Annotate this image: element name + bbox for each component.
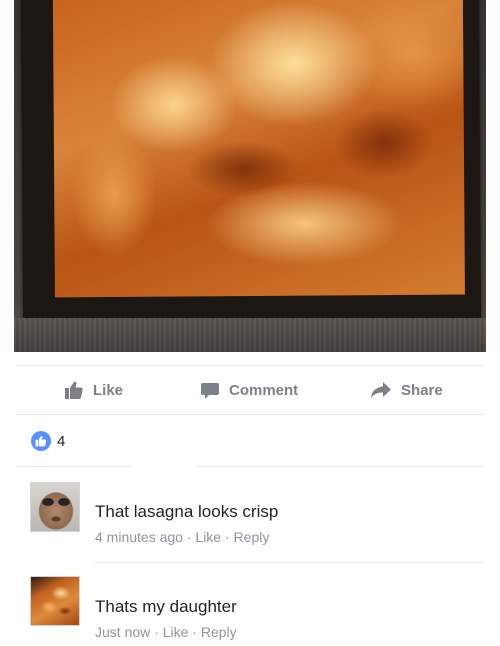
- comment-reply-link[interactable]: Reply: [234, 529, 270, 545]
- like-button[interactable]: Like: [64, 366, 123, 414]
- like-count: 4: [57, 432, 66, 450]
- comment-button[interactable]: Comment: [200, 366, 298, 414]
- avatar-image: [31, 577, 79, 625]
- comment-meta: 4 minutes ago · Like · Reply: [95, 529, 269, 545]
- ultrasound-print: [20, 0, 482, 326]
- meta-separator: ·: [186, 529, 192, 545]
- meta-separator: ·: [192, 624, 197, 640]
- action-bar-bottom-divider: [16, 414, 484, 415]
- post-view: Like Comment Share 4 That lasagna looks …: [0, 0, 500, 646]
- comment-divider: [95, 562, 484, 563]
- thumbs-up-icon: [64, 380, 93, 400]
- comment-timestamp[interactable]: Just now: [95, 624, 150, 640]
- action-bar: Like Comment Share: [0, 366, 500, 414]
- avatar[interactable]: [30, 576, 80, 626]
- comment-reply-link[interactable]: Reply: [201, 624, 237, 640]
- like-reaction-icon: [31, 431, 51, 451]
- speech-bubble-icon: [200, 380, 229, 400]
- avatar-image: [31, 483, 79, 531]
- comment-meta: Just now · Like · Reply: [95, 624, 237, 640]
- comment-like-link[interactable]: Like: [195, 529, 221, 545]
- reactions-divider-left: [16, 466, 131, 467]
- avatar[interactable]: [30, 482, 80, 532]
- share-arrow-icon: [370, 380, 401, 400]
- comment-text: That lasagna looks crisp: [95, 502, 279, 521]
- share-button[interactable]: Share: [370, 366, 443, 414]
- meta-separator: ·: [224, 529, 230, 545]
- share-button-label: Share: [401, 381, 443, 399]
- comment-like-link[interactable]: Like: [163, 624, 189, 640]
- reaction-summary[interactable]: 4: [31, 429, 65, 453]
- like-button-label: Like: [93, 381, 124, 399]
- comment-item: That lasagna looks crisp 4 minutes ago ·…: [0, 478, 500, 560]
- comment-timestamp[interactable]: 4 minutes ago: [95, 529, 183, 545]
- comment-text: Thats my daughter: [95, 597, 237, 616]
- carpet-surface: [14, 318, 486, 352]
- post-photo[interactable]: [0, 0, 500, 352]
- comment-item: Thats my daughter Just now · Like · Repl…: [0, 572, 500, 646]
- comment-button-label: Comment: [229, 381, 299, 399]
- photo-background: [14, 0, 486, 352]
- ultrasound-image: [52, 0, 465, 298]
- reactions-divider-right: [197, 466, 484, 467]
- meta-separator: ·: [154, 624, 159, 640]
